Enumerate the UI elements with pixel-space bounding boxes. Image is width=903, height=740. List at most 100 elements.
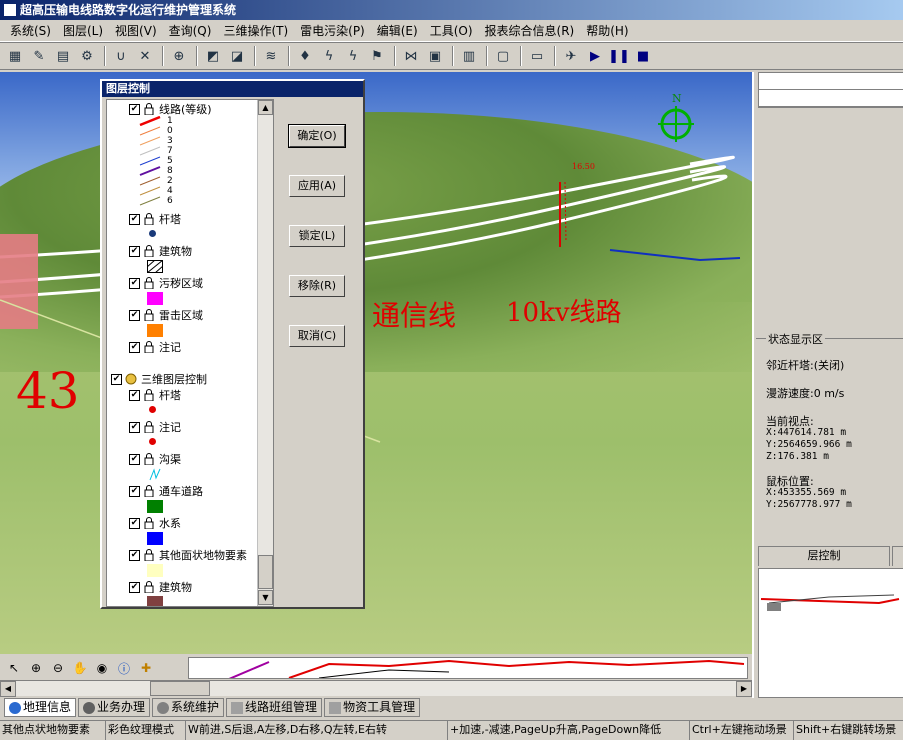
info-icon[interactable]: ⓘ bbox=[114, 658, 134, 678]
plane-icon[interactable]: ✈ bbox=[560, 45, 582, 67]
tab-layer-control[interactable]: 层控制 bbox=[758, 546, 890, 566]
stop-icon[interactable]: ■ bbox=[632, 45, 654, 67]
module-tab-business[interactable]: 业务办理 bbox=[78, 698, 151, 717]
lock-icon[interactable] bbox=[143, 517, 155, 529]
layer-checkbox[interactable]: ✔ bbox=[111, 373, 122, 385]
pointer-icon[interactable]: ↖ bbox=[4, 658, 24, 678]
lock-icon[interactable] bbox=[143, 309, 155, 321]
layer-checkbox[interactable]: ✔ bbox=[129, 549, 140, 561]
scroll-thumb[interactable] bbox=[258, 555, 273, 589]
flag-icon[interactable]: ⚑ bbox=[366, 45, 388, 67]
layer-node-3d-other-area[interactable]: ✔ 其他面状地物要素 bbox=[129, 548, 247, 562]
layer-node-3d-annotation[interactable]: ✔ 注记 bbox=[129, 420, 181, 434]
layer-node-3d-ditch[interactable]: ✔ 沟渠 bbox=[129, 452, 181, 466]
layers-icon[interactable]: ⊕ bbox=[168, 45, 190, 67]
menu-3d-ops[interactable]: 三维操作(T) bbox=[217, 20, 294, 41]
layer-node-buildings[interactable]: ✔ 建筑物 bbox=[129, 244, 192, 258]
lock-icon[interactable] bbox=[143, 103, 155, 115]
layer-node-3d-buildings[interactable]: ✔ 建筑物 bbox=[129, 580, 192, 594]
menu-query[interactable]: 查询(Q) bbox=[163, 20, 218, 41]
menu-edit[interactable]: 编辑(E) bbox=[371, 20, 424, 41]
note-icon[interactable]: ◪ bbox=[226, 45, 248, 67]
layer-checkbox[interactable]: ✔ bbox=[129, 213, 140, 225]
layer-checkbox[interactable]: ✔ bbox=[129, 309, 140, 321]
tab-other[interactable] bbox=[892, 546, 903, 566]
layer-checkbox[interactable]: ✔ bbox=[129, 517, 140, 529]
layer-node-annotation[interactable]: ✔ 注记 bbox=[129, 340, 181, 354]
layer-checkbox[interactable]: ✔ bbox=[129, 581, 140, 593]
lock-button[interactable]: 锁定(L) bbox=[289, 225, 345, 247]
layer-checkbox[interactable]: ✔ bbox=[129, 453, 140, 465]
remove-button[interactable]: 移除(R) bbox=[289, 275, 345, 297]
layer-checkbox[interactable]: ✔ bbox=[129, 245, 140, 257]
hscroll-thumb[interactable] bbox=[150, 681, 210, 696]
play-icon[interactable]: ▶ bbox=[584, 45, 606, 67]
zoom-in-icon[interactable]: ⊕ bbox=[26, 658, 46, 678]
lock-icon[interactable] bbox=[143, 277, 155, 289]
lock-icon[interactable] bbox=[143, 485, 155, 497]
pause-icon[interactable]: ❚❚ bbox=[608, 45, 630, 67]
layer-checkbox[interactable]: ✔ bbox=[129, 277, 140, 289]
menu-tools[interactable]: 工具(O) bbox=[424, 20, 479, 41]
module-tab-system[interactable]: 系统维护 bbox=[152, 698, 225, 717]
layer-checkbox[interactable]: ✔ bbox=[129, 389, 140, 401]
layer-node-3d-group[interactable]: ✔ 三维图层控制 bbox=[111, 372, 207, 386]
layer-node-lightning[interactable]: ✔ 雷击区域 bbox=[129, 308, 203, 322]
train-icon[interactable]: ▭ bbox=[526, 45, 548, 67]
monitor-icon[interactable]: ▢ bbox=[492, 45, 514, 67]
apply-button[interactable]: 应用(A) bbox=[289, 175, 345, 197]
menu-lightning[interactable]: 雷电污染(P) bbox=[294, 20, 371, 41]
cancel-button[interactable]: 取消(C) bbox=[289, 325, 345, 347]
lightning-alt-icon[interactable]: ϟ bbox=[342, 45, 364, 67]
layer-node-3d-road[interactable]: ✔ 通车道路 bbox=[129, 484, 203, 498]
chart-icon[interactable]: ◩ bbox=[202, 45, 224, 67]
edit-icon[interactable]: ✎ bbox=[28, 45, 50, 67]
layer-checkbox[interactable]: ✔ bbox=[129, 341, 140, 353]
lock-icon[interactable] bbox=[143, 453, 155, 465]
scroll-up-icon[interactable]: ▲ bbox=[258, 100, 273, 115]
paint-icon[interactable]: ♦ bbox=[294, 45, 316, 67]
pan-hand-icon[interactable]: ✋ bbox=[70, 658, 90, 678]
menu-reports[interactable]: 报表综合信息(R) bbox=[479, 20, 581, 41]
scroll-down-icon[interactable]: ▼ bbox=[258, 590, 273, 605]
menu-system[interactable]: 系统(S) bbox=[4, 20, 57, 41]
menu-help[interactable]: 帮助(H) bbox=[580, 20, 634, 41]
tools-icon[interactable]: ✕ bbox=[134, 45, 156, 67]
layer-tree-scrollbar[interactable]: ▲ ▼ bbox=[257, 100, 273, 606]
layer-node-3d-towers[interactable]: ✔ 杆塔 bbox=[129, 388, 181, 402]
zoom-out-icon[interactable]: ⊖ bbox=[48, 658, 68, 678]
module-tab-geo[interactable]: 地理信息 bbox=[4, 698, 77, 717]
pattern-icon[interactable]: ⋈ bbox=[400, 45, 422, 67]
module-tab-supplies[interactable]: 物资工具管理 bbox=[324, 698, 421, 717]
menu-layer[interactable]: 图层(L) bbox=[57, 20, 109, 41]
layer-node-towers[interactable]: ✔ 杆塔 bbox=[129, 212, 181, 226]
gear-icon[interactable]: ⚙ bbox=[76, 45, 98, 67]
lightning-icon[interactable]: ϟ bbox=[318, 45, 340, 67]
scroll-left-icon[interactable]: ◀ bbox=[0, 681, 16, 697]
lock-icon[interactable] bbox=[143, 245, 155, 257]
layer-checkbox[interactable]: ✔ bbox=[129, 103, 140, 115]
lock-icon[interactable] bbox=[143, 421, 155, 433]
magnet-icon[interactable]: ∪ bbox=[110, 45, 132, 67]
image-icon[interactable]: ▣ bbox=[424, 45, 446, 67]
lock-icon[interactable] bbox=[143, 213, 155, 225]
layer-checkbox[interactable]: ✔ bbox=[129, 421, 140, 433]
scroll-right-icon[interactable]: ▶ bbox=[736, 681, 752, 697]
layer-node-3d-water[interactable]: ✔ 水系 bbox=[129, 516, 181, 530]
lock-icon[interactable] bbox=[143, 581, 155, 593]
scene-hscrollbar[interactable]: ◀ ▶ bbox=[0, 680, 752, 697]
table-icon[interactable]: ▦ bbox=[4, 45, 26, 67]
box-icon[interactable]: ▥ bbox=[458, 45, 480, 67]
menu-view[interactable]: 视图(V) bbox=[109, 20, 163, 41]
lock-icon[interactable] bbox=[143, 549, 155, 561]
calc-icon[interactable]: ▤ bbox=[52, 45, 74, 67]
module-tab-team[interactable]: 线路班组管理 bbox=[226, 698, 323, 717]
lock-icon[interactable] bbox=[143, 341, 155, 353]
lock-icon[interactable] bbox=[143, 389, 155, 401]
layer-node-lines[interactable]: ✔ 线路(等级) bbox=[129, 102, 212, 116]
overview-map[interactable] bbox=[758, 568, 903, 698]
layer-checkbox[interactable]: ✔ bbox=[129, 485, 140, 497]
ok-button[interactable]: 确定(O) bbox=[288, 124, 346, 148]
add-icon[interactable]: ✚ bbox=[136, 658, 156, 678]
stack-icon[interactable]: ≋ bbox=[260, 45, 282, 67]
